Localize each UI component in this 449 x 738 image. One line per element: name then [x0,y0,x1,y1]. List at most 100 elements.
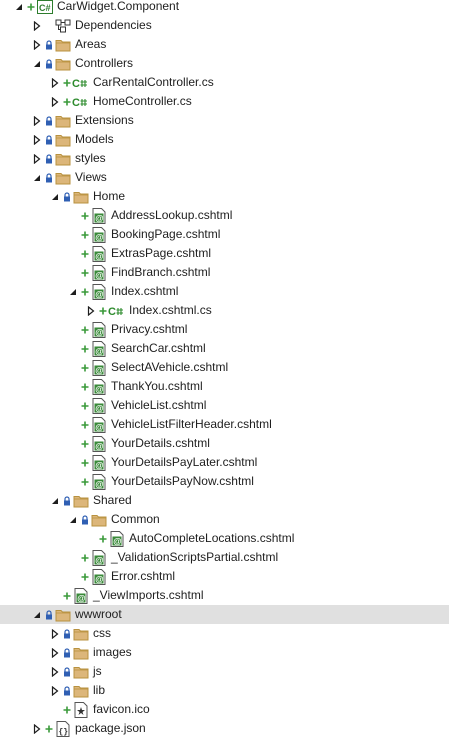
checked-in-lock-icon [62,628,72,639]
tree-item-dependencies[interactable]: Dependencies [0,16,449,35]
tree-item-findbranch-cshtml[interactable]: @ FindBranch.cshtml [0,263,449,282]
tree-item-yourdetailspaylater-cshtml[interactable]: @ YourDetailsPayLater.cshtml [0,453,449,472]
collapsed-chevron-icon[interactable] [30,35,44,54]
tree-item-styles[interactable]: styles [0,149,449,168]
expanded-chevron-icon[interactable] [48,491,62,510]
collapsed-chevron-icon[interactable] [30,149,44,168]
tree-item-autocompletelocations-cshtml[interactable]: @ AutoCompleteLocations.cshtml [0,529,449,548]
tree-item-label: HomeController.cs [93,94,192,108]
tree-item-home[interactable]: Home [0,187,449,206]
folder-icon [54,35,72,54]
svg-text:@: @ [95,270,103,280]
tree-item-favicon-ico[interactable]: favicon.ico [0,700,449,719]
razor-file-icon: @ [90,396,108,415]
tree-item-js[interactable]: js [0,662,449,681]
razor-file-icon: @ [90,282,108,301]
tree-item-yourdetailspaynow-cshtml[interactable]: @ YourDetailsPayNow.cshtml [0,472,449,491]
folder-icon [54,111,72,130]
expanded-chevron-icon[interactable] [48,187,62,206]
svg-text:@: @ [113,536,121,546]
tree-item-label: AutoCompleteLocations.cshtml [129,531,295,545]
tree-item-extraspage-cshtml[interactable]: @ ExtrasPage.cshtml [0,244,449,263]
tree-item-common[interactable]: Common [0,510,449,529]
tree-item-label: lib [93,683,106,697]
collapsed-chevron-icon[interactable] [48,662,62,681]
collapsed-chevron-icon[interactable] [48,643,62,662]
pending-add-icon [62,98,72,106]
expanded-chevron-icon[interactable] [30,168,44,187]
checked-in-lock-icon [62,666,72,677]
tree-item-viewimports-cshtml[interactable]: @ _ViewImports.cshtml [0,586,449,605]
collapsed-chevron-icon[interactable] [30,130,44,149]
expanded-chevron-icon[interactable] [66,510,80,529]
tree-item-vehiclelistfilterheader-cshtml[interactable]: @ VehicleListFilterHeader.cshtml [0,415,449,434]
svg-text:@: @ [95,327,103,337]
collapsed-chevron-icon[interactable] [48,624,62,643]
tree-item-vehiclelist-cshtml[interactable]: @ VehicleList.cshtml [0,396,449,415]
tree-item-bookingpage-cshtml[interactable]: @ BookingPage.cshtml [0,225,449,244]
tree-item-controllers[interactable]: Controllers [0,54,449,73]
pending-add-icon [80,269,90,277]
tree-item-selectavehicle-cshtml[interactable]: @ SelectAVehicle.cshtml [0,358,449,377]
folder-icon [72,491,90,510]
collapsed-chevron-icon[interactable] [48,681,62,700]
tree-item-validationscriptspartial-cshtml[interactable]: @ _ValidationScriptsPartial.cshtml [0,548,449,567]
expanded-chevron-icon[interactable] [30,605,44,624]
folder-icon [54,149,72,168]
collapsed-chevron-icon[interactable] [30,111,44,130]
tree-item-thankyou-cshtml[interactable]: @ ThankYou.cshtml [0,377,449,396]
tree-item-homecontroller-cs[interactable]: C HomeController.cs [0,92,449,111]
tree-item-shared[interactable]: Shared [0,491,449,510]
tree-item-areas[interactable]: Areas [0,35,449,54]
tree-item-privacy-cshtml[interactable]: @ Privacy.cshtml [0,320,449,339]
tree-item-label: YourDetails.cshtml [111,436,210,450]
checked-in-lock-icon [62,191,72,202]
tree-item-error-cshtml[interactable]: @ Error.cshtml [0,567,449,586]
tree-item-package-json[interactable]: {} package.json [0,719,449,738]
tree-item-yourdetails-cshtml[interactable]: @ YourDetails.cshtml [0,434,449,453]
expanded-chevron-icon[interactable] [30,54,44,73]
collapsed-chevron-icon[interactable] [48,92,62,111]
tree-item-searchcar-cshtml[interactable]: @ SearchCar.cshtml [0,339,449,358]
collapsed-chevron-icon[interactable] [48,73,62,92]
tree-item-label: styles [75,151,106,165]
svg-text:@: @ [95,441,103,451]
razor-file-icon: @ [90,472,108,491]
json-file-icon: {} [54,719,72,738]
tree-item-index-cshtml[interactable]: @ Index.cshtml [0,282,449,301]
collapsed-chevron-icon[interactable] [30,16,44,35]
tree-item-images[interactable]: images [0,643,449,662]
tree-item-carwidget-component[interactable]: C# CarWidget.Component [0,0,449,16]
ico-file-icon [72,700,90,719]
pending-add-icon [80,478,90,486]
tree-item-addresslookup-cshtml[interactable]: @ AddressLookup.cshtml [0,206,449,225]
tree-item-label: Controllers [75,56,134,70]
pending-add-icon [80,421,90,429]
expanded-chevron-icon[interactable] [66,282,80,301]
svg-text:C: C [72,78,80,89]
folder-icon [72,681,90,700]
svg-text:C#: C# [39,3,51,13]
tree-item-css[interactable]: css [0,624,449,643]
tree-item-label: SearchCar.cshtml [111,341,206,355]
tree-item-wwwroot[interactable]: wwwroot [0,605,449,624]
collapsed-chevron-icon[interactable] [30,719,44,738]
razor-file-icon: @ [108,529,126,548]
folder-icon [72,187,90,206]
razor-file-icon: @ [90,453,108,472]
pending-add-icon [80,459,90,467]
expanded-chevron-icon[interactable] [12,0,26,16]
collapsed-chevron-icon[interactable] [84,301,98,320]
tree-item-models[interactable]: Models [0,130,449,149]
checked-in-lock-icon [62,647,72,658]
tree-item-carrentalcontroller-cs[interactable]: C CarRentalController.cs [0,73,449,92]
tree-item-index-cshtml-cs[interactable]: C Index.cshtml.cs [0,301,449,320]
tree-item-views[interactable]: Views [0,168,449,187]
checked-in-lock-icon [44,115,54,126]
svg-text:@: @ [95,346,103,356]
tree-item-extensions[interactable]: Extensions [0,111,449,130]
tree-item-lib[interactable]: lib [0,681,449,700]
